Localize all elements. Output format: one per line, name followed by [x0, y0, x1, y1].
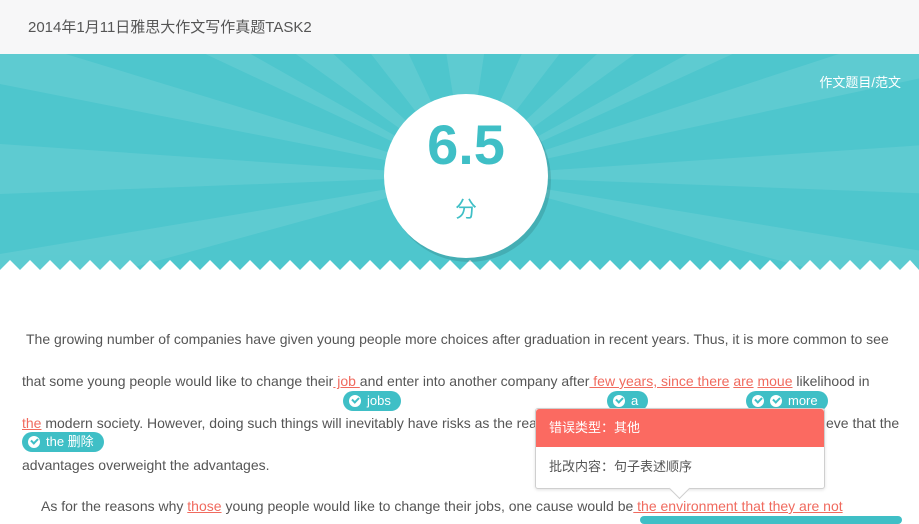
- essay-text: likelihood in: [796, 373, 870, 389]
- error-mark-job[interactable]: job: [333, 373, 359, 389]
- essay-line-1: The growing number of companies have giv…: [26, 331, 889, 347]
- essay-text: modern society. However, doing such thin…: [45, 415, 537, 431]
- error-mark-moue[interactable]: moue: [757, 373, 792, 389]
- essay-line-5: As for the reasons why those young peopl…: [41, 498, 843, 514]
- essay-text: advantages overweight the advantages.: [22, 457, 270, 473]
- chip-label: a: [631, 393, 639, 408]
- score-circle: 6.5 分: [384, 94, 548, 258]
- essay-text: young people would like to change their …: [225, 498, 634, 514]
- score-banner: 作文题目/范文 6.5 分: [0, 54, 919, 280]
- essay-line-2: that some young people would like to cha…: [22, 373, 870, 389]
- essay-text: that some young people would like to cha…: [22, 373, 334, 389]
- error-mark-environment[interactable]: the environment that they are not: [633, 498, 842, 514]
- score-unit: 分: [454, 197, 477, 222]
- check-icon: [770, 395, 782, 407]
- top-bar: 2014年1月11日雅思大作文写作真题TASK2: [0, 0, 919, 55]
- page-title: 2014年1月11日雅思大作文写作真题TASK2: [28, 19, 312, 36]
- error-mark-are[interactable]: are: [733, 373, 753, 389]
- chip-label: jobs: [367, 393, 391, 408]
- error-mark-the[interactable]: the: [22, 415, 41, 431]
- correction-chip-partial[interactable]: [640, 516, 902, 524]
- essay-line-3-end: eve that the: [826, 415, 899, 431]
- essay-text: and enter into another company after: [359, 373, 590, 389]
- check-icon: [613, 395, 625, 407]
- error-mark-few[interactable]: few years, since there: [589, 373, 729, 389]
- check-icon: [349, 395, 361, 407]
- correction-chip-the-delete[interactable]: the 删除: [22, 432, 104, 452]
- check-icon: [752, 395, 764, 407]
- chip-label: the 删除: [46, 434, 94, 449]
- correction-chip-jobs[interactable]: jobs: [343, 391, 401, 411]
- essay-text: As for the reasons why: [41, 498, 184, 514]
- essay-line-3: the modern society. However, doing such …: [22, 415, 537, 431]
- error-type: 错误类型：其他: [536, 409, 824, 447]
- error-mark-those[interactable]: those: [187, 498, 221, 514]
- score-value: 6.5: [427, 113, 505, 176]
- error-tooltip: 错误类型：其他 批改内容：句子表述顺序: [535, 408, 825, 500]
- essay-text: eve that the: [826, 415, 900, 431]
- essay-prompt-link[interactable]: 作文题目/范文: [819, 72, 901, 91]
- chip-label: more: [788, 393, 818, 408]
- check-icon: [28, 436, 40, 448]
- essay-line-4: advantages overweight the advantages.: [22, 457, 270, 473]
- essay-text: The growing number of companies have giv…: [26, 331, 889, 347]
